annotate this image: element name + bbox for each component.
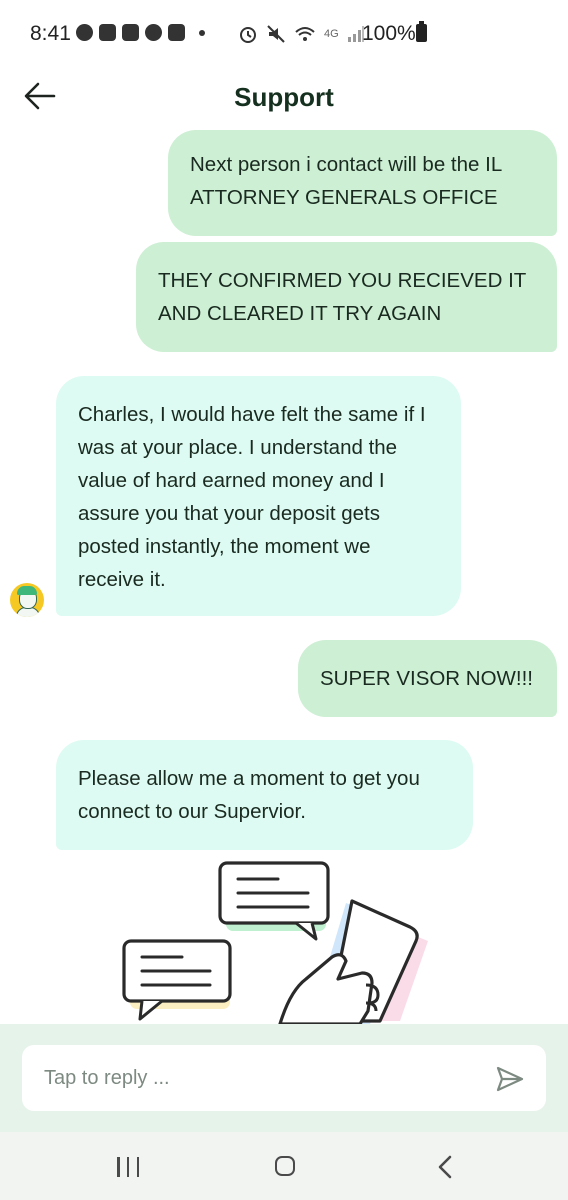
app-notification-icon	[168, 24, 185, 41]
system-icons: 4G	[238, 24, 365, 44]
reply-input[interactable]: Tap to reply ...	[22, 1045, 546, 1111]
recent-apps-icon[interactable]	[117, 1157, 139, 1177]
discord-notification-icon	[99, 24, 116, 41]
chat-illustration	[122, 861, 428, 1024]
home-icon[interactable]	[275, 1156, 295, 1176]
page-title: Support	[234, 82, 334, 112]
network-type-label: 4G	[324, 28, 339, 40]
battery-percent: 100%	[362, 22, 416, 45]
chat-thread: Next person i contact will be the IL ATT…	[0, 126, 568, 1024]
more-notifications-dot-icon	[199, 29, 205, 36]
send-button[interactable]	[494, 1063, 526, 1095]
incoming-message: Charles, I would have felt the same if I…	[56, 376, 461, 616]
outgoing-message: THEY CONFIRMED YOU RECIEVED IT AND CLEAR…	[136, 242, 557, 352]
back-icon[interactable]	[436, 1154, 454, 1180]
system-navigation-bar	[0, 1132, 568, 1200]
reply-composer: Tap to reply ...	[0, 1024, 568, 1132]
app-header: Support	[0, 70, 568, 126]
messenger-notification-icon	[145, 24, 162, 41]
battery-icon	[416, 21, 427, 42]
agent-avatar	[10, 583, 44, 617]
reply-placeholder: Tap to reply ...	[44, 1067, 170, 1089]
outgoing-message: SUPER VISOR NOW!!!	[298, 640, 557, 717]
notification-icons	[76, 24, 205, 41]
snapchat-notification-icon	[76, 24, 93, 41]
status-bar: 8:41 4G 100%	[0, 0, 568, 70]
mute-icon	[267, 25, 285, 43]
outgoing-message: Next person i contact will be the IL ATT…	[168, 130, 557, 236]
incoming-message: Please allow me a moment to get you conn…	[56, 740, 473, 850]
alarm-icon	[240, 27, 256, 43]
send-icon	[496, 1066, 524, 1092]
message-notification-icon	[122, 24, 139, 41]
status-time: 8:41	[30, 22, 71, 45]
wifi-icon	[295, 27, 315, 41]
